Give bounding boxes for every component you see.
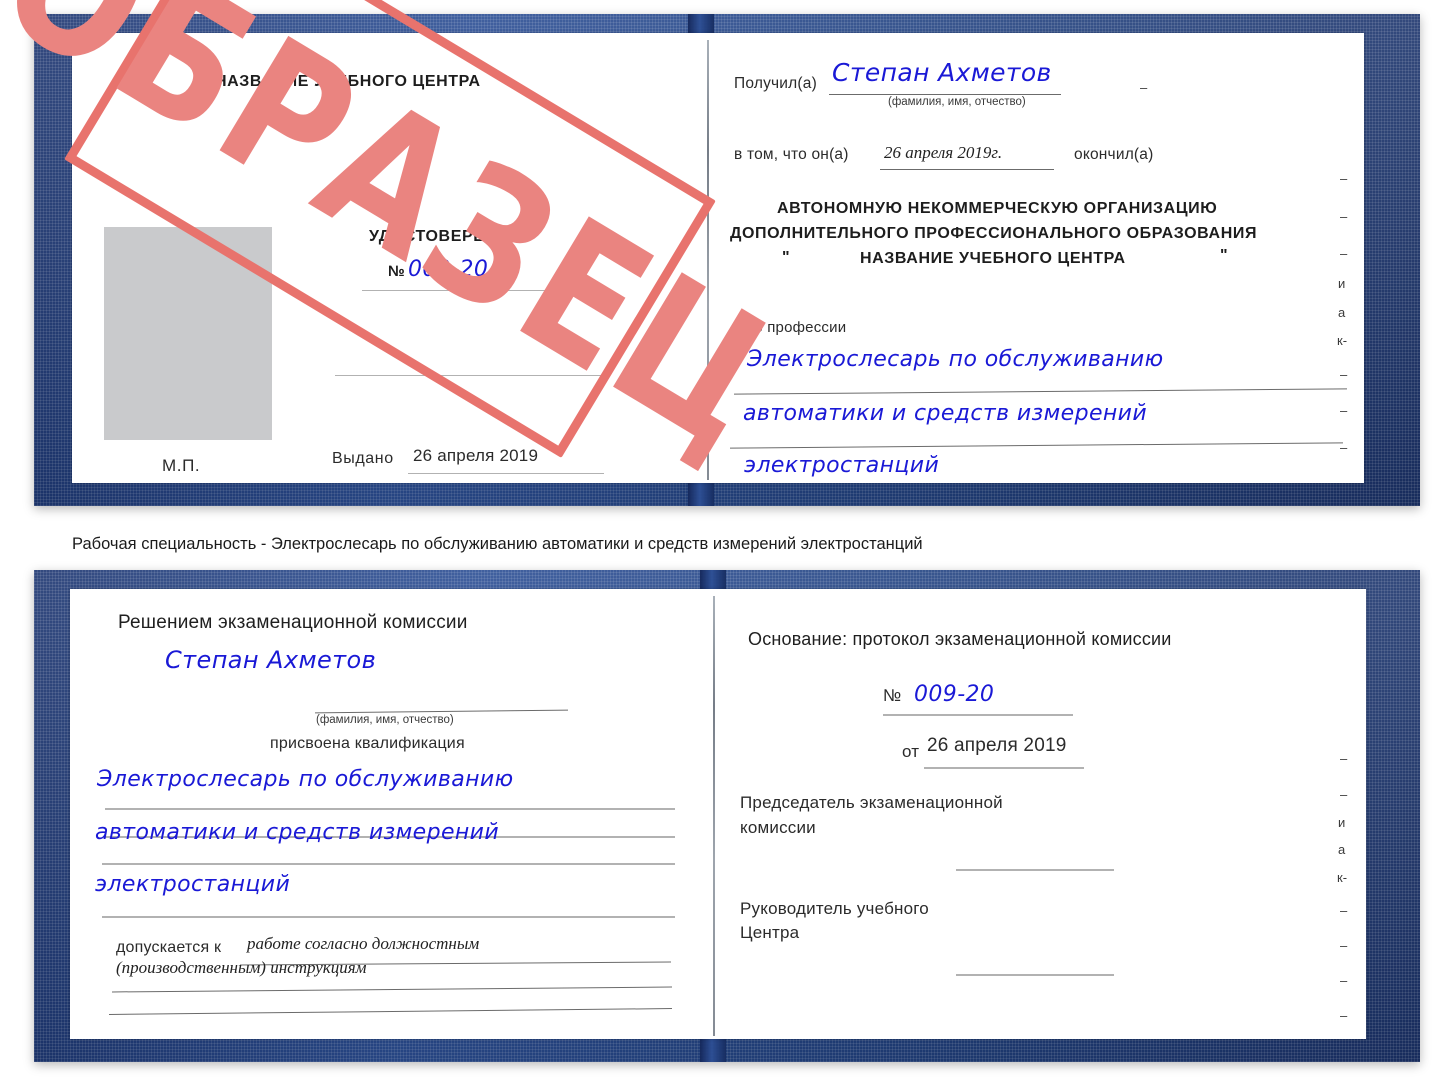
org-quote-open: " (782, 249, 791, 266)
cert-top-right-page: Получил(а) Степан Ахметов (фамилия, имя,… (712, 33, 1364, 483)
qualification-line-1: Электрослесарь по обслуживанию (97, 767, 514, 792)
edge-mark-6: к- (1337, 333, 1348, 348)
edge-mark-b8: – (1340, 973, 1348, 988)
completion-date: 26 апреля 2019г. (884, 143, 1003, 162)
head-line-2: Центра (740, 923, 800, 942)
decision-title: Решением экзаменационной комиссии (118, 612, 468, 633)
head-line-1: Руководитель учебного (740, 899, 929, 918)
finished-label: окончил(а) (1074, 146, 1154, 163)
protocol-number-label: № (883, 686, 902, 705)
photo-placeholder (104, 227, 272, 440)
received-label: Получил(а) (734, 75, 817, 92)
edge-mark-b2: – (1340, 787, 1348, 802)
certificate-number: 009-20 (408, 257, 489, 282)
org-quote-close: " (1220, 247, 1229, 264)
issued-rule (408, 473, 604, 474)
profession-rule-1 (734, 388, 1347, 395)
profession-line-1: Электрослесарь по обслуживанию (747, 347, 1164, 372)
qualification-label: присвоена квалификация (270, 735, 465, 752)
qualification-line-2: автоматики и средств измерений (95, 820, 500, 845)
seal-label: М.П. (162, 456, 201, 475)
chairman-line-2: комиссии (740, 818, 816, 837)
protocol-date-rule (924, 767, 1084, 769)
decision-name-hint: (фамилия, имя, отчество) (316, 714, 454, 726)
profession-rule-2 (730, 442, 1343, 449)
certificate-top-gutter (707, 40, 709, 480)
edge-mark-3: – (1340, 246, 1348, 261)
admitted-rule-2 (112, 986, 672, 993)
caption-text: Рабочая специальность - Электрослесарь п… (72, 535, 923, 553)
certificate-bottom-gutter (713, 596, 715, 1036)
completion-date-rule (880, 169, 1054, 170)
edge-mark-5: а (1338, 305, 1346, 320)
basis-label: Основание: протокол экзаменационной коми… (748, 629, 1172, 649)
cert-bottom-left-page: Решением экзаменационной комиссии Степан… (70, 589, 710, 1039)
protocol-date-label: от (902, 742, 920, 761)
edge-mark-b3: и (1338, 815, 1346, 830)
edge-mark-7: – (1340, 367, 1348, 382)
edge-mark-b7: – (1340, 938, 1348, 953)
admitted-line-2: (производственным) инструкциям (116, 958, 367, 977)
edge-mark-1: – (1340, 171, 1348, 186)
qualification-rule-3 (102, 916, 675, 918)
edge-mark-8: – (1340, 403, 1348, 418)
qualification-line-3: электростанций (95, 872, 291, 897)
admitted-label: допускается к (116, 939, 222, 956)
document-title: УДОСТОВЕРЕНИЕ (369, 228, 521, 245)
issued-label: Выдано (332, 450, 394, 467)
admitted-line-1: работе согласно должностным (247, 934, 480, 953)
edge-dash-0: – (1140, 80, 1148, 95)
edge-mark-b5: к- (1337, 870, 1348, 885)
profession-line-3: электростанций (744, 453, 940, 478)
received-name: Степан Ахметов (832, 58, 1052, 87)
chairman-signature-rule (956, 869, 1114, 871)
chairman-line-1: Председатель экзаменационной (740, 793, 1003, 812)
admitted-rule-3 (109, 1008, 672, 1015)
org-name: НАЗВАНИЕ УЧЕБНОГО ЦЕНТРА (860, 250, 1126, 267)
number-rule (362, 290, 567, 291)
head-signature-rule (956, 974, 1114, 976)
edge-mark-2: – (1340, 209, 1348, 224)
that-he-label: в том, что он(а) (734, 146, 849, 163)
training-center-name-top: НАЗВАНИЕ УЧЕБНОГО ЦЕНТРА (215, 73, 481, 90)
edge-mark-b9: – (1340, 1008, 1348, 1023)
screenshot-root: НАЗВАНИЕ УЧЕБНОГО ЦЕНТРА УДОСТОВЕРЕНИЕ №… (0, 0, 1448, 1085)
protocol-date-value: 26 апреля 2019 (927, 735, 1067, 756)
protocol-number-value: 009-20 (914, 682, 995, 707)
edge-mark-b4: а (1338, 842, 1346, 857)
edge-mark-9: – (1340, 440, 1348, 455)
number-label: № (388, 263, 406, 280)
edge-mark-4: и (1338, 276, 1346, 291)
cert-bottom-right-page: Основание: протокол экзаменационной коми… (718, 589, 1366, 1039)
blank-rule-1 (335, 375, 603, 376)
cert-top-left-page: НАЗВАНИЕ УЧЕБНОГО ЦЕНТРА УДОСТОВЕРЕНИЕ №… (72, 33, 704, 483)
protocol-number-rule (883, 714, 1073, 716)
decision-name-rule (315, 709, 568, 714)
qualification-rule-2 (102, 863, 675, 865)
received-rule (829, 94, 1061, 95)
issued-date: 26 апреля 2019 (413, 446, 539, 465)
org-line-1: АВТОНОМНУЮ НЕКОММЕРЧЕСКУЮ ОРГАНИЗАЦИЮ (777, 200, 1218, 217)
edge-mark-b1: – (1340, 751, 1348, 766)
qualification-rule-1 (105, 808, 675, 810)
decision-name: Степан Ахметов (165, 646, 377, 674)
org-line-2: ДОПОЛНИТЕЛЬНОГО ПРОФЕССИОНАЛЬНОГО ОБРАЗО… (730, 225, 1258, 242)
received-hint: (фамилия, имя, отчество) (888, 96, 1026, 108)
edge-mark-b6: – (1340, 903, 1348, 918)
profession-line-2: автоматики и средств измерений (743, 401, 1148, 426)
profession-label: по профессии (746, 319, 847, 336)
